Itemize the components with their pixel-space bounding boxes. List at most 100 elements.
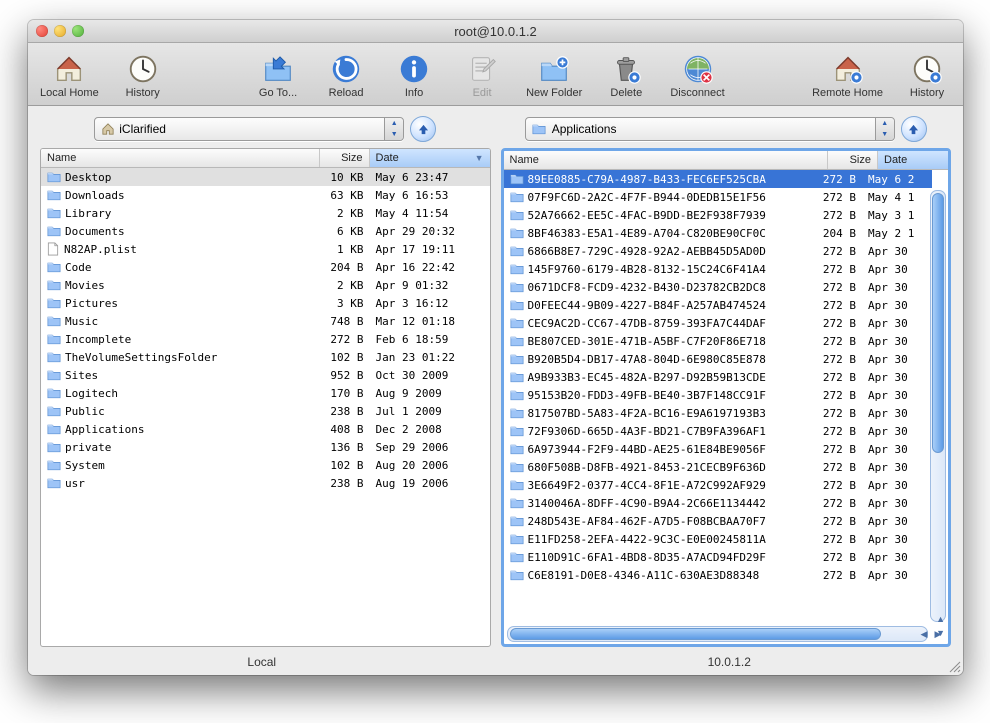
- local-footer-label: Local: [28, 655, 496, 669]
- zoom-button[interactable]: [72, 25, 84, 37]
- table-row[interactable]: Public238 BJul 1 2009: [41, 402, 490, 420]
- remote-home-button[interactable]: Remote Home: [806, 49, 889, 99]
- titlebar[interactable]: root@10.0.1.2: [28, 20, 963, 43]
- stepper-icon[interactable]: ▲▼: [384, 118, 403, 140]
- table-row[interactable]: 680F508B-D8FB-4921-8453-21CECB9F636D272 …: [504, 458, 933, 476]
- table-row[interactable]: System102 BAug 20 2006: [41, 456, 490, 474]
- col-name[interactable]: Name: [504, 151, 829, 169]
- row-name: 95153B20-FDD3-49FB-BE40-3B7F148CC91F: [504, 389, 813, 402]
- history-button-r[interactable]: History: [897, 49, 957, 99]
- table-row[interactable]: E11FD258-2EFA-4422-9C3C-E0E00245811A272 …: [504, 530, 933, 548]
- row-name: B920B5D4-DB17-47A8-804D-6E980C85E878: [504, 353, 813, 366]
- close-button[interactable]: [36, 25, 48, 37]
- table-row[interactable]: Downloads63 KBMay 6 16:53: [41, 186, 490, 204]
- horizontal-scrollbar[interactable]: ▶ ◀: [507, 626, 929, 642]
- table-row[interactable]: CEC9AC2D-CC67-47DB-8759-393FA7C44DAF272 …: [504, 314, 933, 332]
- table-row[interactable]: 95153B20-FDD3-49FB-BE40-3B7F148CC91F272 …: [504, 386, 933, 404]
- row-date: May 6 16:53: [370, 189, 490, 202]
- up-arrow-icon: [908, 124, 919, 135]
- row-date: Apr 9 01:32: [370, 279, 490, 292]
- local-home-button[interactable]: Local Home: [34, 49, 105, 99]
- toolbar-label: Delete: [610, 87, 642, 99]
- table-row[interactable]: private136 BSep 29 2006: [41, 438, 490, 456]
- info-button[interactable]: Info: [384, 49, 444, 99]
- col-size[interactable]: Size: [320, 149, 370, 167]
- table-row[interactable]: Applications408 BDec 2 2008: [41, 420, 490, 438]
- table-row[interactable]: 145F9760-6179-4B28-8132-15C24C6F41A4272 …: [504, 260, 933, 278]
- table-row[interactable]: E110D91C-6FA1-4BD8-8D35-A7ACD94FD29F272 …: [504, 548, 933, 566]
- history-button[interactable]: History: [113, 49, 173, 99]
- table-row[interactable]: 52A76662-EE5C-4FAC-B9DD-BE2F938F7939272 …: [504, 206, 933, 224]
- toolbar-label: Local Home: [40, 87, 99, 99]
- table-row[interactable]: B920B5D4-DB17-47A8-804D-6E980C85E878272 …: [504, 350, 933, 368]
- table-row[interactable]: N82AP.plist1 KBApr 17 19:11: [41, 240, 490, 258]
- table-row[interactable]: Sites952 BOct 30 2009: [41, 366, 490, 384]
- table-row[interactable]: 3E6649F2-0377-4CC4-8F1E-A72C992AF929272 …: [504, 476, 933, 494]
- scroll-up-arrow-icon[interactable]: ▲: [936, 614, 945, 624]
- table-row[interactable]: Music748 BMar 12 01:18: [41, 312, 490, 330]
- table-row[interactable]: 248D543E-AF84-462F-A7D5-F08BCBAA70F7272 …: [504, 512, 933, 530]
- table-row[interactable]: 72F9306D-665D-4A3F-BD21-C7B9FA396AF1272 …: [504, 422, 933, 440]
- row-date: Apr 30: [862, 371, 932, 384]
- table-row[interactable]: Pictures3 KBApr 3 16:12: [41, 294, 490, 312]
- table-row[interactable]: TheVolumeSettingsFolder102 BJan 23 01:22: [41, 348, 490, 366]
- vertical-scrollbar[interactable]: [930, 190, 946, 622]
- row-name: Code: [41, 261, 320, 274]
- table-row[interactable]: 3140046A-8DFF-4C90-B9A4-2C66E1134442272 …: [504, 494, 933, 512]
- scrollbar-thumb[interactable]: [510, 628, 881, 640]
- remote-up-button[interactable]: [901, 116, 927, 142]
- row-date: May 4 11:54: [370, 207, 490, 220]
- table-row[interactable]: 0671DCF8-FCD9-4232-B430-D23782CB2DC8272 …: [504, 278, 933, 296]
- table-row[interactable]: usr238 BAug 19 2006: [41, 474, 490, 492]
- goto-button[interactable]: Go To...: [248, 49, 308, 99]
- table-row[interactable]: BE807CED-301E-471B-A5BF-C7F20F86E718272 …: [504, 332, 933, 350]
- row-name: A9B933B3-EC45-482A-B297-D92B59B13CDE: [504, 371, 813, 384]
- delete-button[interactable]: Delete: [596, 49, 656, 99]
- stepper-icon[interactable]: ▲▼: [875, 118, 894, 140]
- resize-handle[interactable]: [947, 659, 961, 673]
- col-date[interactable]: Date▼: [370, 149, 490, 167]
- scrollbar-thumb[interactable]: [932, 193, 944, 453]
- table-row[interactable]: 89EE0885-C79A-4987-B433-FEC6EF525CBA272 …: [504, 170, 933, 188]
- table-row[interactable]: Movies2 KBApr 9 01:32: [41, 276, 490, 294]
- clock-icon: [125, 51, 161, 87]
- table-row[interactable]: Documents6 KBApr 29 20:32: [41, 222, 490, 240]
- table-row[interactable]: 8BF46383-E5A1-4E89-A704-C820BE90CF0C204 …: [504, 224, 933, 242]
- row-date: Apr 30: [862, 281, 932, 294]
- table-row[interactable]: A9B933B3-EC45-482A-B297-D92B59B13CDE272 …: [504, 368, 933, 386]
- scroll-left-arrow-icon[interactable]: ◀: [917, 627, 931, 641]
- table-row[interactable]: Incomplete272 BFeb 6 18:59: [41, 330, 490, 348]
- table-row[interactable]: C6E8191-D0E8-4346-A11C-630AE3D88348272 B…: [504, 566, 933, 584]
- row-size: 272 B: [812, 443, 862, 456]
- row-date: Sep 29 2006: [370, 441, 490, 454]
- row-name: private: [41, 441, 320, 454]
- row-date: Apr 16 22:42: [370, 261, 490, 274]
- row-name: C6E8191-D0E8-4346-A11C-630AE3D88348: [504, 569, 813, 582]
- table-row[interactable]: 817507BD-5A83-4F2A-BC16-E9A6197193B3272 …: [504, 404, 933, 422]
- row-date: May 3 1: [862, 209, 932, 222]
- table-row[interactable]: Logitech170 BAug 9 2009: [41, 384, 490, 402]
- reload-button[interactable]: Reload: [316, 49, 376, 99]
- col-size[interactable]: Size: [828, 151, 878, 169]
- table-row[interactable]: 6866B8E7-729C-4928-92A2-AEBB45D5AD0D272 …: [504, 242, 933, 260]
- remote-path-selector[interactable]: Applications ▲▼: [525, 117, 895, 141]
- table-row[interactable]: D0FEEC44-9B09-4227-B84F-A257AB474524272 …: [504, 296, 933, 314]
- table-row[interactable]: 6A973944-F2F9-44BD-AE25-61E84BE9056F272 …: [504, 440, 933, 458]
- col-date[interactable]: Date: [878, 151, 948, 169]
- table-row[interactable]: Library2 KBMay 4 11:54: [41, 204, 490, 222]
- table-row[interactable]: Desktop10 KBMay 6 23:47: [41, 168, 490, 186]
- row-name: Downloads: [41, 189, 320, 202]
- scroll-right-arrow-icon[interactable]: ▶: [931, 627, 945, 641]
- table-row[interactable]: 07F9FC6D-2A2C-4F7F-B944-0DEDB15E1F56272 …: [504, 188, 933, 206]
- row-name: 817507BD-5A83-4F2A-BC16-E9A6197193B3: [504, 407, 813, 420]
- table-row[interactable]: Code204 BApr 16 22:42: [41, 258, 490, 276]
- local-path-selector[interactable]: iClarified ▲▼: [94, 117, 404, 141]
- minimize-button[interactable]: [54, 25, 66, 37]
- disconnect-button[interactable]: Disconnect: [664, 49, 730, 99]
- new-folder-button[interactable]: New Folder: [520, 49, 588, 99]
- row-name: 3140046A-8DFF-4C90-B9A4-2C66E1134442: [504, 497, 813, 510]
- newfolder-icon: [536, 51, 572, 87]
- col-name[interactable]: Name: [41, 149, 320, 167]
- local-up-button[interactable]: [410, 116, 436, 142]
- up-arrow-icon: [418, 124, 429, 135]
